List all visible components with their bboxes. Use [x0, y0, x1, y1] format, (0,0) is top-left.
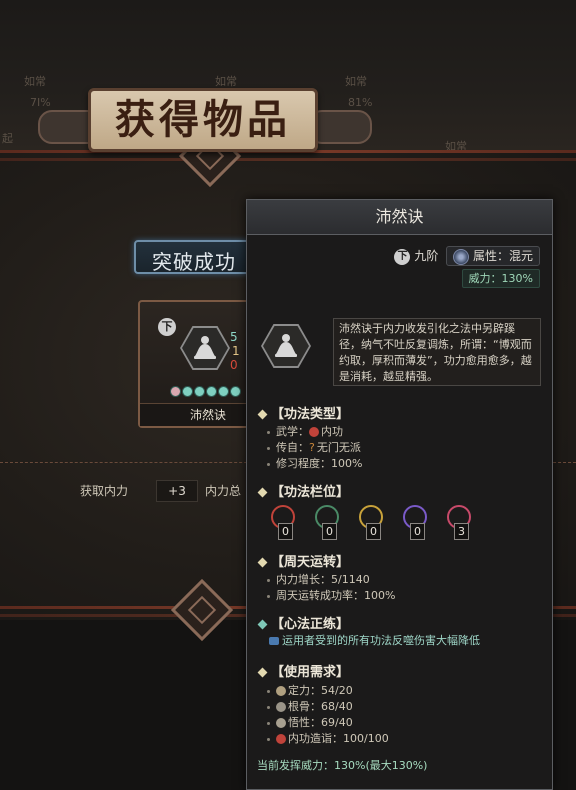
- total-label: 内力总: [205, 484, 242, 498]
- skill-icon: [180, 326, 230, 370]
- current-power: 当前发挥威力：130%(最大130%): [257, 759, 428, 772]
- row-value: 内功: [321, 425, 343, 438]
- section-heart-text: 【心法正练】: [271, 617, 350, 632]
- skill-slot[interactable]: 0: [269, 505, 299, 540]
- description: 沛然诀于内力收发引化之法中另辟蹊径，纳气不吐反复调炼，所谓：“博观而约取，厚积而…: [333, 318, 541, 386]
- wuxing-icon: [276, 718, 286, 728]
- banner-title: 获得物品: [115, 96, 291, 143]
- section-heart-title: 【心法正练】: [257, 613, 350, 632]
- skill-icon: [261, 324, 311, 368]
- row-chuanzi: 传自：? 无门无派: [267, 439, 361, 455]
- section-req-text: 【使用需求】: [271, 665, 350, 680]
- gem-icon: [206, 386, 217, 397]
- row-label: 内力增长：: [276, 573, 331, 586]
- row-dingli: 定力：54/20: [267, 682, 353, 698]
- gem-icon: [170, 386, 181, 397]
- skill-slot[interactable]: 0: [313, 505, 343, 540]
- hunyuan-attribute-icon: [453, 248, 470, 265]
- diamond-icon: [257, 557, 268, 568]
- row-label: 根骨：: [288, 700, 321, 713]
- ghost-label: 起: [2, 132, 13, 145]
- diamond-icon: [257, 667, 268, 678]
- item-digit: 5: [230, 330, 238, 344]
- row-value: 68/40: [321, 700, 353, 713]
- gem-icon: [230, 386, 241, 397]
- row-wuxing: 悟性：69/40: [267, 714, 353, 730]
- row-label: 内功造诣：: [288, 732, 343, 745]
- gengu-icon: [276, 702, 286, 712]
- effect-icon: [269, 637, 279, 645]
- row-value: 无门无派: [316, 441, 361, 454]
- item-digit: 1: [232, 344, 240, 358]
- attribute-pill: 属性：混元: [446, 246, 540, 266]
- row-label: 修习程度：: [276, 457, 331, 470]
- gem-icon: [182, 386, 193, 397]
- attribute-label: 属性：混元: [472, 249, 533, 263]
- skill-slot[interactable]: 3: [445, 505, 475, 540]
- section-slots-title: 【功法栏位】: [257, 481, 350, 500]
- row-value: 69/40: [321, 716, 353, 729]
- slot-count: 0: [278, 523, 293, 540]
- slot-count: 3: [454, 523, 469, 540]
- slot-count: 0: [322, 523, 337, 540]
- diamond-icon: [257, 487, 268, 498]
- row-label: 定力：: [288, 684, 321, 697]
- heart-effect: 运用者受到的所有功法反噬伤害大幅降低: [269, 632, 480, 648]
- row-value: 100%: [331, 457, 363, 470]
- row-value: 54/20: [321, 684, 353, 697]
- row-gengu: 根骨：68/40: [267, 698, 353, 714]
- diamond-icon: [257, 619, 268, 630]
- ghost-label: 如常: [24, 75, 46, 88]
- breakthrough-text: 突破成功: [152, 250, 236, 274]
- slot-count: 0: [410, 523, 425, 540]
- ghost-label: 如常: [345, 75, 367, 88]
- diamond-icon: [257, 409, 268, 420]
- gem-row: [170, 382, 242, 401]
- row-wuxue: 武学： 内功: [267, 423, 343, 439]
- grade-label: 九阶: [414, 249, 439, 263]
- skill-slot[interactable]: 0: [357, 505, 387, 540]
- neigong-icon: [276, 734, 286, 744]
- row-neigong: 内功造诣：100/100: [267, 730, 389, 746]
- meditation-icon: [275, 334, 297, 357]
- dingli-icon: [276, 686, 286, 696]
- slot-count: 0: [366, 523, 381, 540]
- section-type-text: 【功法类型】: [271, 407, 350, 422]
- section-slots-text: 【功法栏位】: [271, 485, 350, 500]
- row-value: 5/1140: [331, 573, 370, 586]
- power-label: 威力：130%: [461, 269, 540, 288]
- skill-slot[interactable]: 0: [401, 505, 431, 540]
- section-cycle-text: 【周天运转】: [271, 555, 350, 570]
- gain-label: 获取内力: [80, 484, 129, 498]
- row-label: 武学：: [276, 425, 309, 438]
- item-digit: 0: [230, 358, 238, 372]
- row-growth: 内力增长：5/1140: [267, 571, 370, 587]
- item-tooltip: 沛然诀 下 九阶 属性：混元 威力：130% 沛然诀于内力收发引化之法中另辟蹊径…: [246, 199, 553, 790]
- tooltip-title: 沛然诀: [247, 200, 552, 235]
- row-rate: 周天运转成功率：100%: [267, 587, 395, 603]
- grade-badge: 下: [158, 318, 176, 336]
- row-progress: 修习程度：100%: [267, 455, 362, 471]
- gem-icon: [194, 386, 205, 397]
- question-icon: ?: [309, 441, 315, 454]
- title-banner: 获得物品: [38, 88, 372, 160]
- row-label: 周天运转成功率：: [276, 589, 364, 602]
- section-req-title: 【使用需求】: [257, 661, 350, 680]
- ghost-label: 如常: [215, 75, 237, 88]
- row-label: 悟性：: [288, 716, 321, 729]
- gem-icon: [218, 386, 229, 397]
- section-cycle-title: 【周天运转】: [257, 551, 350, 570]
- meditation-icon: [194, 336, 216, 359]
- grade-row: 下 九阶 属性：混元: [394, 246, 540, 266]
- heart-effect-text: 运用者受到的所有功法反噬伤害大幅降低: [282, 634, 480, 647]
- row-label: 传自：: [276, 441, 309, 454]
- grade-badge: 下: [394, 248, 411, 265]
- gain-value: +3: [156, 480, 198, 502]
- section-type-title: 【功法类型】: [257, 403, 350, 422]
- neigong-icon: [309, 427, 319, 437]
- row-value: 100/100: [343, 732, 389, 745]
- row-value: 100%: [364, 589, 396, 602]
